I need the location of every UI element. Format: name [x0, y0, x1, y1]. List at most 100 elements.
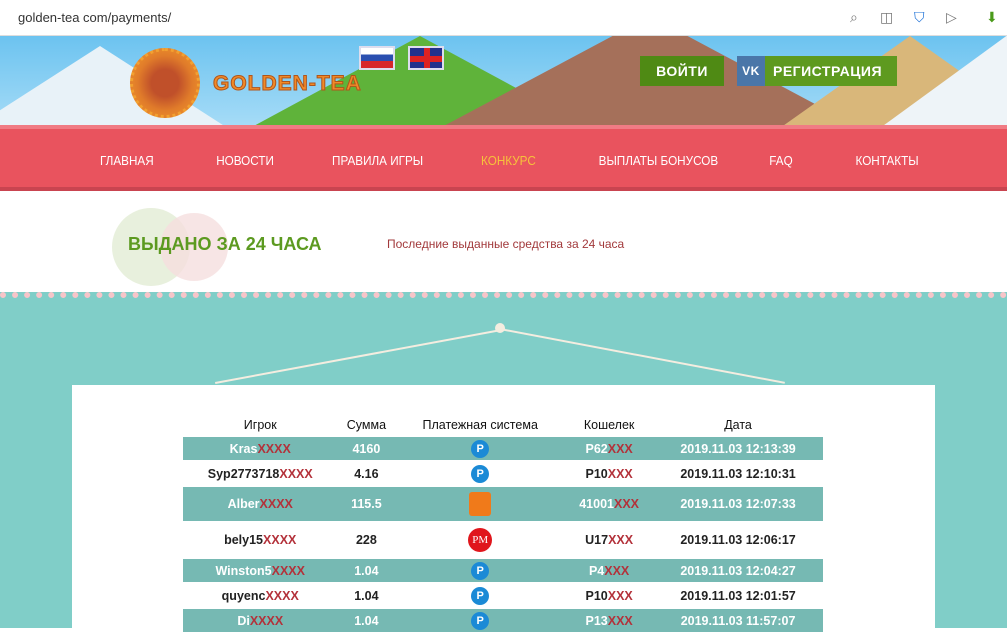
section-title: ВЫДАНО ЗА 24 ЧАСА: [128, 234, 322, 254]
table-row: DiXXXX 1.04 P P13XXX 2019.11.03 11:57:07: [183, 609, 823, 632]
payeer-icon: P: [471, 439, 490, 458]
logo-text[interactable]: GOLDEN-TEA: [213, 72, 362, 96]
amount-cell: 1.04: [337, 559, 396, 582]
system-cell: PM: [395, 523, 565, 557]
date-cell: 2019.11.03 11:57:07: [653, 609, 823, 632]
payeer-icon: P: [471, 464, 490, 483]
amount-cell: 4160: [337, 437, 396, 460]
player-mask: XXXX: [265, 588, 299, 603]
player-cell: Syp2773718XXXX: [183, 462, 337, 485]
date-cell: 2019.11.03 12:10:31: [680, 466, 796, 481]
url-text[interactable]: golden-tea com/payments/: [18, 10, 171, 25]
col-player: Игрок: [243, 418, 277, 432]
send-icon[interactable]: ▷: [946, 9, 957, 26]
flag-en[interactable]: [408, 46, 444, 70]
payeer-icon: P: [471, 561, 490, 580]
address-bar[interactable]: golden-tea com/payments/ ⌕ ◫ ⛉ ▷ ⬇: [0, 0, 1007, 36]
player-mask: XXXX: [279, 466, 313, 481]
player-mask: XXXX: [259, 497, 293, 511]
nav-bonus-payouts[interactable]: ВЫПЛАТЫ БОНУСОВ: [599, 153, 719, 168]
player-mask: XXXX: [249, 613, 284, 628]
payeer-icon: P: [471, 586, 490, 605]
amount-cell: 1.04: [354, 588, 379, 603]
table-row: KrasXXXX 4160 P P62XXX 2019.11.03 12:13:…: [183, 437, 823, 460]
wallet-cell: P13XXX: [565, 609, 654, 632]
register-button[interactable]: VK РЕГИСТРАЦИЯ: [737, 56, 897, 86]
amount-cell: 4.16: [354, 466, 379, 481]
date-cell: 2019.11.03 12:06:17: [680, 533, 796, 547]
table-row: AlberXXXX 115.5 41001XXX 2019.11.03 12:0…: [183, 487, 823, 521]
wallet-mask: XXX: [604, 563, 630, 578]
nav-contest[interactable]: КОНКУРС: [481, 153, 536, 168]
date-cell: 2019.11.03 12:01:57: [680, 588, 796, 603]
player-cell: DiXXXX: [183, 609, 338, 632]
nav-faq[interactable]: FAQ: [769, 153, 792, 168]
flag-ru[interactable]: [359, 46, 395, 70]
wallet-prefix: 41001: [579, 497, 614, 511]
wallet-mask: XXX: [607, 613, 633, 628]
col-amount: Сумма: [346, 418, 387, 432]
wallet-cell: P62XXX: [565, 437, 654, 460]
nav-home[interactable]: ГЛАВНАЯ: [100, 153, 154, 168]
col-wallet: Кошелек: [583, 418, 635, 432]
payeer-icon: P: [471, 611, 490, 630]
amount-cell: 115.5: [337, 487, 396, 521]
payments-table: Игрок Сумма Платежная система Кошелек Да…: [183, 413, 823, 634]
zoom-icon[interactable]: ⌕: [850, 9, 858, 26]
date-cell: 2019.11.03 12:07:33: [653, 487, 823, 521]
player-name: Syp2773718: [207, 466, 280, 481]
wallet-mask: XXX: [607, 588, 633, 603]
player-name: Winston5: [215, 563, 272, 578]
vk-icon: VK: [737, 56, 765, 86]
amount-cell: 1.04: [337, 609, 396, 632]
section-subtitle: Последние выданные средства за 24 часа: [387, 237, 625, 251]
wallet-prefix: P13: [585, 613, 608, 628]
date-cell: 2019.11.03 12:13:39: [653, 437, 823, 460]
player-cell: Winston5XXXX: [183, 559, 338, 582]
wallet-prefix: P62: [585, 441, 608, 456]
hanger-pin: [495, 323, 505, 333]
table-row: quyencXXXX 1.04 P P10XXX 2019.11.03 12:0…: [183, 584, 823, 607]
player-mask: XXXX: [263, 533, 297, 547]
nav-rules[interactable]: ПРАВИЛА ИГРЫ: [332, 153, 423, 168]
wallet-cell: U17XXX: [565, 523, 653, 557]
table-row: Syp2773718XXXX 4.16 P P10XXX 2019.11.03 …: [183, 462, 823, 485]
player-cell: KrasXXXX: [183, 437, 338, 460]
camera-icon[interactable]: ◫: [880, 9, 893, 26]
wallet-prefix: P10: [585, 466, 608, 481]
shield-icon[interactable]: ⛉: [914, 9, 925, 26]
amount-cell: 228: [355, 533, 377, 547]
col-date: Дата: [724, 418, 752, 432]
col-system: Платежная система: [422, 418, 538, 432]
wallet-cell: P10XXX: [565, 462, 653, 485]
login-button[interactable]: ВОЙТИ: [640, 56, 724, 86]
system-cell: P: [395, 437, 566, 460]
yandex-money-icon: [469, 492, 492, 516]
system-cell: P: [395, 462, 565, 485]
player-cell: AlberXXXX: [183, 487, 338, 521]
player-name: bely15: [224, 533, 264, 547]
logo-emblem[interactable]: [130, 48, 200, 118]
player-cell: quyencXXXX: [183, 584, 337, 607]
system-cell: [395, 487, 566, 521]
perfect-money-icon: PM: [468, 528, 493, 552]
date-cell: 2019.11.03 12:04:27: [653, 559, 823, 582]
wallet-mask: XXX: [607, 441, 633, 456]
download-icon[interactable]: ⬇: [986, 9, 998, 26]
system-cell: P: [395, 559, 566, 582]
wallet-prefix: U17: [585, 533, 609, 547]
nav-news[interactable]: НОВОСТИ: [216, 153, 274, 168]
player-mask: XXXX: [271, 563, 305, 578]
wallet-mask: XXX: [607, 466, 633, 481]
table-row: bely15XXXX 228 PM U17XXX 2019.11.03 12:0…: [183, 523, 823, 557]
wallet-cell: 41001XXX: [565, 487, 654, 521]
nav-contacts[interactable]: КОНТАКТЫ: [856, 153, 919, 168]
player-cell: bely15XXXX: [183, 523, 337, 557]
system-cell: P: [395, 609, 566, 632]
wallet-cell: P10XXX: [565, 584, 653, 607]
wallet-mask: XXX: [608, 533, 634, 547]
player-name: Alber: [227, 497, 260, 511]
wallet-cell: P4XXX: [565, 559, 654, 582]
wallet-mask: XXX: [613, 497, 639, 511]
main-nav: ГЛАВНАЯ НОВОСТИ ПРАВИЛА ИГРЫ КОНКУРС ВЫП…: [0, 125, 1007, 191]
